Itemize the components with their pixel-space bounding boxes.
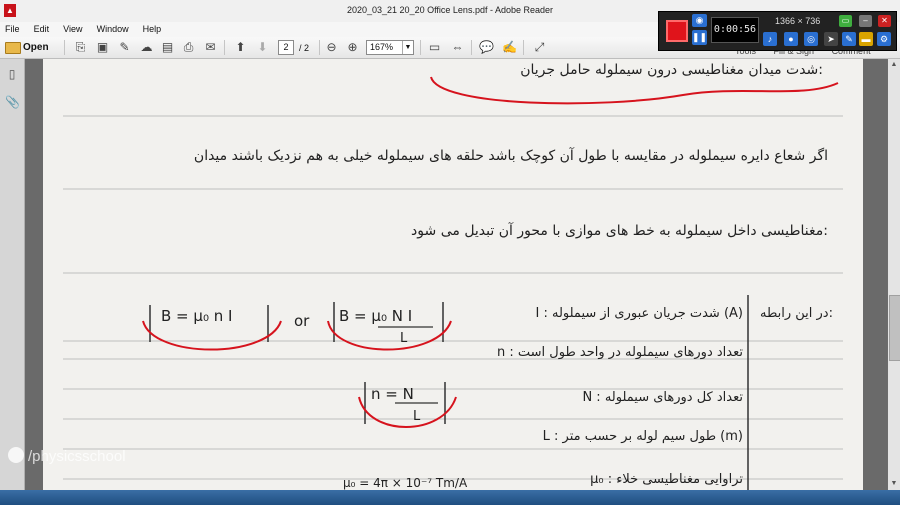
handwritten-line-1: شدت میدان مغناطیسی درون سیملوله حامل جری… (520, 62, 823, 78)
webcam-icon[interactable]: ◎ (804, 32, 818, 46)
speaker-icon[interactable]: ♪ (763, 32, 777, 46)
create-pdf-icon[interactable]: ⎘ (72, 39, 89, 56)
open-button[interactable]: Open (4, 39, 49, 56)
recording-timer: 0:00:56 (711, 17, 759, 43)
formula-3-numerator: n = N (371, 385, 414, 403)
handwritten-line-2: اگر شعاع دایره سیملوله در مقایسه با طول … (194, 147, 828, 164)
recording-resolution: 1366 × 736 (775, 16, 821, 26)
folder-icon[interactable]: ▬ (859, 32, 873, 46)
pause-icon[interactable]: ❚❚ (692, 30, 707, 45)
definition-I: I : شدت جریان عبوری از سیملوله (A) (536, 306, 744, 321)
formula-box-1: B = μ₀ n I (142, 305, 282, 351)
zoom-in-icon[interactable]: ⊕ (344, 39, 361, 56)
definitions-title: در این رابطه: (760, 306, 833, 321)
watermark: /physicsschool (8, 447, 126, 465)
edit-icon[interactable]: ✎ (116, 39, 133, 56)
definition-mu: μ₀ : تراوایی مغناطیسی خلاء (590, 472, 743, 487)
navigation-pane: ▯ 📎 (0, 59, 25, 490)
screen-recorder-panel: ◉ ❚❚ 0:00:56 1366 × 736 ▭ – ✕ ♪ ● ◎ ➤ ✎ … (658, 11, 897, 51)
toolbar-divider (319, 40, 320, 55)
toolbar-divider (420, 40, 421, 55)
page-number-input[interactable]: 2 (278, 40, 294, 55)
previous-page-icon[interactable]: ⬆ (232, 39, 249, 56)
open-label: Open (23, 42, 49, 53)
upload-icon[interactable]: ☁ (138, 39, 155, 56)
handwritten-line-3: مغناطیسی داخل سیملوله به خط های موازی با… (411, 222, 828, 239)
pen-icon[interactable]: ✎ (842, 32, 856, 46)
page-thumbnails-icon[interactable]: ▯ (5, 67, 19, 81)
definition-L: L : طول سیم لوله بر حسب متر (m) (543, 429, 743, 444)
fullscreen-icon[interactable]: ⤢ (531, 39, 548, 56)
menu-window[interactable]: Window (92, 22, 135, 37)
definition-n: n : تعداد دورهای سیملوله در واحد طول است (497, 345, 743, 360)
scroll-up-icon[interactable]: ▲ (888, 59, 900, 71)
definition-N: N : تعداد کل دورهای سیملوله (582, 390, 743, 405)
formula-3-denominator: L (413, 409, 421, 424)
sign-icon[interactable]: ✍ (501, 39, 518, 56)
fit-width-icon[interactable]: ⇔ (449, 39, 466, 56)
menu-help[interactable]: Help (138, 22, 168, 37)
scroll-down-icon[interactable]: ▼ (888, 478, 900, 490)
vertical-scrollbar[interactable]: ▲ ▼ (888, 59, 900, 490)
save-icon[interactable]: ▤ (159, 39, 176, 56)
microphone-icon[interactable]: ● (784, 32, 798, 46)
watermark-text: /physicsschool (28, 448, 126, 465)
or-text: or (294, 312, 310, 330)
formula-1: B = μ₀ n I (161, 307, 232, 325)
formula-box-2: B = μ₀ N I L (327, 302, 452, 351)
menu-view[interactable]: View (58, 22, 88, 37)
zoom-out-icon[interactable]: ⊖ (323, 39, 340, 56)
pdf-page: شدت میدان مغناطیسی درون سیملوله حامل جری… (43, 59, 863, 490)
folder-icon (5, 42, 21, 54)
close-icon[interactable]: ✕ (878, 15, 891, 27)
formula-2-numerator: B = μ₀ N I (339, 307, 412, 325)
comment-icon[interactable]: 💬 (478, 39, 495, 56)
settings-gear-icon[interactable]: ⚙ (877, 32, 891, 46)
mu-value: μ₀ = 4π × 10⁻⁷ Tm/A (343, 476, 468, 490)
menu-file[interactable]: File (0, 22, 26, 37)
next-page-icon[interactable]: ⬇ (254, 39, 271, 56)
document-viewport[interactable]: شدت میدان مغناطیسی درون سیملوله حامل جری… (25, 59, 887, 490)
fit-page-icon[interactable]: ▭ (426, 39, 443, 56)
watermark-logo-icon (8, 447, 24, 463)
scroll-thumb[interactable] (889, 295, 900, 361)
toolbar-divider (523, 40, 524, 55)
toolbar-divider (224, 40, 225, 55)
record-stop-button[interactable] (666, 20, 688, 42)
handwritten-notes: شدت میدان مغناطیسی درون سیملوله حامل جری… (63, 62, 843, 490)
print-icon[interactable]: ⎙ (180, 39, 197, 56)
email-icon[interactable]: ✉ (202, 39, 219, 56)
formula-2-denominator: L (400, 331, 408, 346)
chevron-down-icon: ▼ (402, 41, 413, 54)
maximize-icon[interactable]: ▭ (839, 15, 852, 27)
page-total: / 2 (299, 43, 310, 53)
zoom-value: 167% (370, 42, 394, 52)
combine-icon[interactable]: ▣ (94, 39, 111, 56)
camera-icon[interactable]: ◉ (692, 14, 707, 27)
menu-edit[interactable]: Edit (29, 22, 56, 37)
attachments-icon[interactable]: 📎 (5, 95, 20, 109)
cursor-icon[interactable]: ➤ (824, 32, 838, 46)
zoom-select[interactable]: 167% ▼ (366, 40, 414, 55)
minimize-icon[interactable]: – (859, 15, 872, 27)
toolbar-divider (64, 40, 65, 55)
toolbar-divider (471, 40, 472, 55)
taskbar (0, 490, 900, 505)
